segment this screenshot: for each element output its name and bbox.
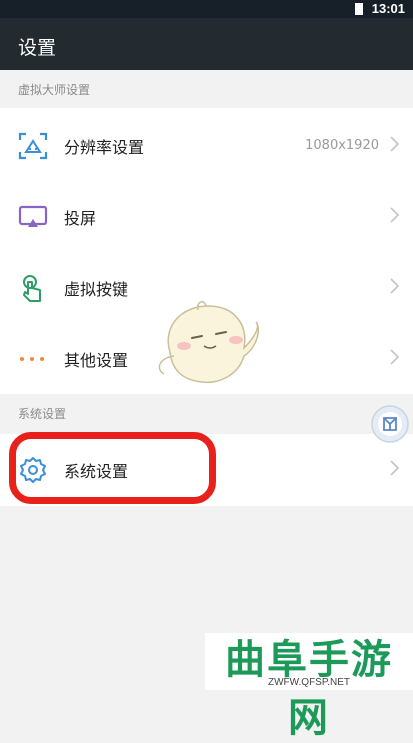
chevron-right-icon bbox=[390, 278, 400, 294]
watermark-url: ZWFW.QFSP.NET bbox=[267, 677, 351, 688]
row-resolution-settings[interactable]: 分辨率设置 1080x1920 bbox=[0, 110, 413, 181]
chevron-right-icon bbox=[390, 207, 400, 223]
row-label: 虚拟按键 bbox=[64, 280, 129, 299]
resolution-value: 1080x1920 bbox=[305, 138, 379, 153]
mascot-sticker-icon[interactable] bbox=[152, 296, 262, 388]
row-label: 分辨率设置 bbox=[64, 138, 145, 157]
page-title: 设置 bbox=[18, 37, 57, 59]
more-dots-icon bbox=[18, 345, 48, 373]
chevron-right-icon bbox=[390, 460, 400, 476]
row-label: 投屏 bbox=[64, 209, 97, 228]
app-bar: 设置 bbox=[0, 18, 413, 70]
touch-key-icon bbox=[18, 274, 48, 302]
resolution-icon bbox=[18, 132, 48, 160]
row-label: 其他设置 bbox=[64, 351, 129, 370]
status-time: 13:01 bbox=[371, 1, 405, 16]
section-header-system: 系统设置 bbox=[0, 394, 413, 434]
row-screen-cast[interactable]: 投屏 bbox=[0, 181, 413, 252]
floating-cube-button[interactable] bbox=[370, 404, 410, 444]
section-header-virtual-master: 虚拟大师设置 bbox=[0, 70, 413, 108]
watermark-logo: 曲阜手游网 ZWFW.QFSP.NET bbox=[205, 633, 413, 741]
row-system-settings[interactable]: 系统设置 bbox=[0, 434, 413, 505]
status-bar: 13:01 bbox=[0, 0, 413, 18]
system-settings-card: 系统设置 bbox=[0, 434, 413, 506]
screen-cast-icon bbox=[18, 203, 48, 231]
chevron-right-icon bbox=[390, 349, 400, 365]
gear-icon bbox=[18, 456, 48, 484]
row-label: 系统设置 bbox=[64, 462, 129, 481]
chevron-right-icon bbox=[390, 136, 400, 152]
battery-icon bbox=[355, 3, 363, 15]
